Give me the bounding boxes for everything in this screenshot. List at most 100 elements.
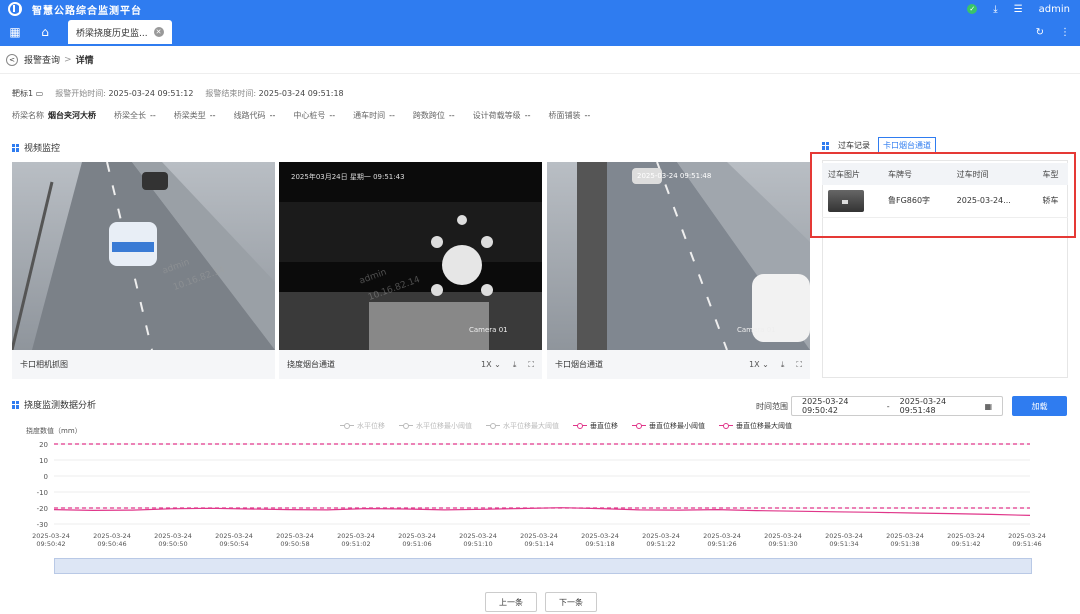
tabbar-tools: ↻ ⋮ [1036,18,1070,46]
x-tick-label: 2025-03-24 [215,532,253,540]
x-tick-label: 09:50:54 [219,540,248,548]
cell-image[interactable] [822,185,882,218]
section-icon [822,141,830,150]
time-start[interactable]: 2025-03-24 09:50:42 [802,397,877,415]
camera-panel-snapshot[interactable]: admin 10.16.82.14 卡口相机抓图 [12,162,275,379]
table-header-row: 过车图片 车牌号 过车时间 车型 [822,163,1068,185]
download-icon[interactable]: ⤓ [993,4,997,15]
x-tick-label: 2025-03-24 [32,532,70,540]
download-icon[interactable]: ⤓ [781,360,785,370]
x-tick-label: 2025-03-24 [154,532,192,540]
camera-footer: 卡口烟台通道 1X ⌄ ⤓ ⛶ [547,350,810,379]
refresh-icon[interactable]: ↻ [1036,27,1044,38]
load-button[interactable]: 加载 [1012,396,1067,416]
menu-icon[interactable]: ☰ [1014,4,1023,15]
y-tick-label: -10 [37,489,48,497]
x-tick-label: 09:51:14 [524,540,553,548]
x-tick-label: 09:51:30 [768,540,797,548]
camera-footer: 卡口相机抓图 [12,350,275,379]
bridge-info-item: 桥面铺装 -- [548,111,591,120]
video-section-title: 视频监控 [12,141,60,154]
x-tick-label: 2025-03-24 [93,532,131,540]
tab-checkpoint-channel[interactable]: 卡口烟台通道 [878,137,936,154]
camera-view[interactable]: 2025年03月24日 星期一 09:51:43 Camera 01 admin… [279,162,542,350]
bridge-info-item: 中心桩号 -- [293,111,336,120]
time-end[interactable]: 2025-03-24 09:51:48 [900,397,975,415]
camera-footer: 挠度烟台通道 1X ⌄ ⤓ ⛶ [279,350,542,379]
close-icon[interactable]: ✕ [153,27,164,37]
back-icon[interactable]: < [6,53,18,66]
breadcrumb-parent[interactable]: 报警查询 [24,53,60,66]
x-tick-label: 09:51:38 [890,540,919,548]
fullscreen-icon[interactable]: ⛶ [796,360,802,370]
target-scene [279,202,542,350]
cell-plate: 鲁FG860字 [881,185,951,218]
chevron-down-icon: ⌄ [494,360,501,369]
home-icon[interactable]: ⌂ [30,25,60,39]
more-icon[interactable]: ⋮ [1060,27,1070,38]
analysis-section-title: 挠度监测数据分析 [12,398,96,411]
bridge-info-item: 通车时间 -- [353,111,395,120]
section-icon [12,400,20,409]
bridge-info-item: 桥梁名称 烟台夹河大桥 [12,111,96,120]
y-tick-label: 10 [39,457,48,465]
alarm-end: 报警结束时间: 2025-03-24 09:51:18 [205,89,344,98]
time-range-label: 时间范围 [756,402,788,411]
x-tick-label: 09:50:50 [158,540,187,548]
tab-bridge-history[interactable]: 桥梁挠度历史监... ✕ [68,20,172,44]
table-row[interactable]: 鲁FG860字 2025-03-24... 轿车 [822,185,1068,218]
x-tick-label: 2025-03-24 [764,532,802,540]
deflection-chart[interactable]: 挠度数值（mm）20100-10-20-302025-03-2409:50:42… [0,424,1080,556]
col-plate: 车牌号 [881,163,951,185]
osd-time: 2025年03月24日 星期一 09:51:43 [291,173,405,181]
bridge-info: 桥梁名称 烟台夹河大桥 桥梁全长 -- 桥梁类型 -- 线路代码 -- 中心桩号 -- 通车时间 --… [12,110,590,121]
x-tick-label: 09:51:22 [646,540,675,548]
road-scene [577,162,810,350]
y-axis-label: 挠度数值（mm） [26,426,82,435]
bridge-info-item: 设计荷载等级 -- [472,111,531,120]
prev-button[interactable]: 上一条 [485,592,537,612]
calendar-icon[interactable]: ▦ [984,402,992,411]
col-time: 过车时间 [950,163,1037,185]
camera-view[interactable]: admin 10.16.82.14 [12,162,275,350]
y-tick-label: 20 [39,441,48,449]
fullscreen-icon[interactable]: ⛶ [528,360,534,370]
breadcrumb-separator: > [64,54,72,65]
tab-pass-records[interactable]: 过车记录 [834,138,874,153]
download-icon[interactable]: ⤓ [513,360,517,370]
x-tick-label: 2025-03-24 [703,532,741,540]
osd-time: 2025-03-24 09:51:48 [637,172,712,180]
top-header: 智慧公路综合监测平台 ✓ ⤓ ☰ admin [0,0,1080,18]
image-icon[interactable]: ▭ [36,89,44,98]
bridge-info-item: 桥梁全长 -- [114,111,156,120]
x-tick-label: 09:50:46 [97,540,126,548]
osd-camera: Camera 01 [469,326,508,334]
chevron-down-icon: ⌄ [762,360,769,369]
series-line [53,507,1031,516]
camera-label: 卡口相机抓图 [20,360,68,369]
user-name[interactable]: admin [1039,4,1070,15]
next-button[interactable]: 下一条 [545,592,597,612]
x-tick-label: 09:51:34 [829,540,858,548]
x-tick-label: 2025-03-24 [581,532,619,540]
camera-panel-deflection[interactable]: 2025年03月24日 星期一 09:51:43 Camera 01 admin… [279,162,542,379]
x-tick-label: 2025-03-24 [886,532,924,540]
tab-bar: ▦ ⌂ 桥梁挠度历史监... ✕ ↻ ⋮ [0,18,1080,46]
speed-select[interactable]: 1X ⌄ [481,360,501,369]
y-tick-label: -30 [37,521,48,529]
record-tabs: 过车记录 卡口烟台通道 [822,137,936,154]
x-tick-label: 09:51:18 [585,540,614,548]
camera-view[interactable]: 2025-03-24 09:51:48 Camera 01 [547,162,810,350]
chart-zoom-slider[interactable] [54,558,1032,574]
camera-panel-checkpoint[interactable]: 2025-03-24 09:51:48 Camera 01 卡口烟台通道 1X … [547,162,810,379]
x-tick-label: 2025-03-24 [947,532,985,540]
vehicle-thumbnail[interactable] [828,189,864,212]
time-range-picker[interactable]: 2025-03-24 09:50:42 - 2025-03-24 09:51:4… [791,396,1003,416]
x-tick-label: 2025-03-24 [459,532,497,540]
app-logo-icon [8,2,22,16]
x-tick-label: 09:51:46 [1012,540,1041,548]
alarm-start: 报警开始时间: 2025-03-24 09:51:12 [55,89,194,98]
section-icon [12,143,20,152]
speed-select[interactable]: 1X ⌄ [749,360,769,369]
grid-menu-icon[interactable]: ▦ [0,25,30,39]
